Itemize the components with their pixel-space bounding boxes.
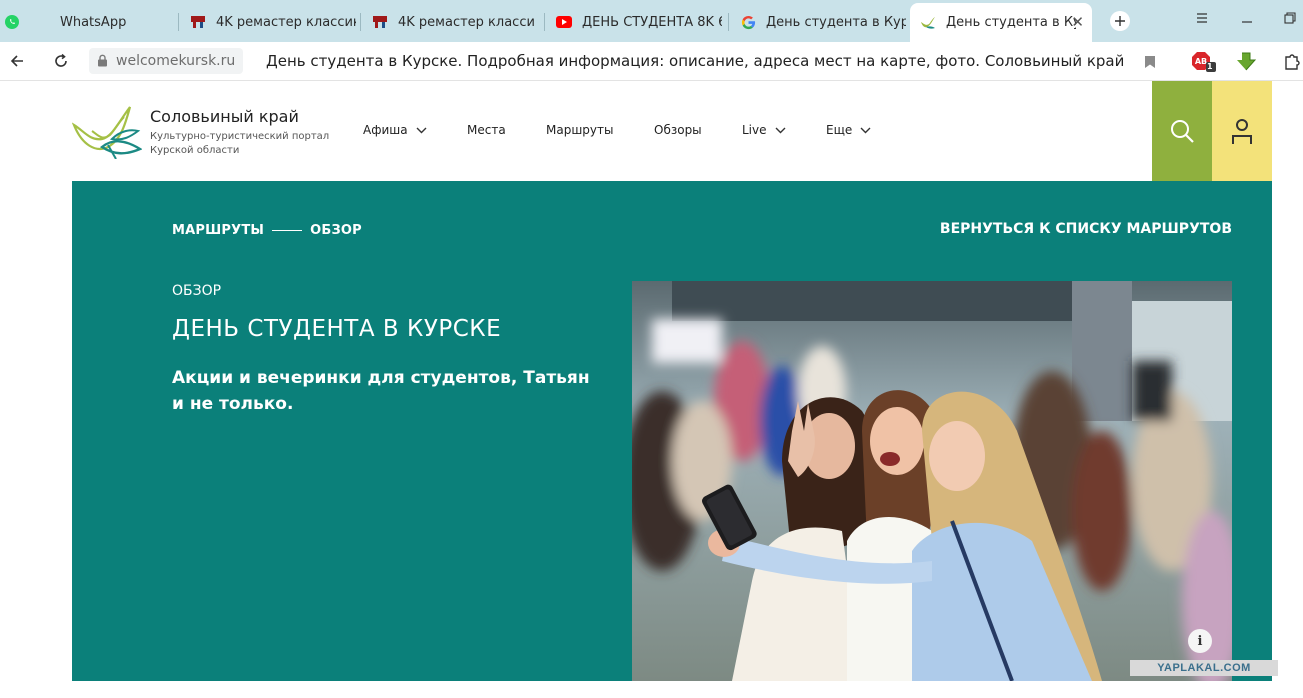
tab-youtube[interactable]: ДЕНЬ СТУДЕНТА 8K 60F bbox=[546, 4, 722, 40]
page-title: ДЕНЬ СТУДЕНТА В КУРСКЕ bbox=[172, 316, 502, 342]
tab-google[interactable]: День студента в Курске bbox=[730, 4, 906, 40]
menu-item-label: Афиша bbox=[363, 123, 408, 137]
svg-text:AB: AB bbox=[1195, 57, 1207, 66]
account-button[interactable] bbox=[1212, 81, 1272, 181]
extension-icon[interactable] bbox=[1280, 50, 1303, 74]
tab-yaplakal-2[interactable]: 4K ремастер классики bbox=[362, 4, 534, 40]
browser-tab-strip: WhatsApp 4K ремастер классики 4K ремасте… bbox=[0, 0, 1303, 42]
breadcrumb-item-routes[interactable]: МАРШРУТЫ bbox=[172, 223, 264, 238]
url-field[interactable]: welcomekursk.ru bbox=[89, 48, 244, 74]
hero-photo-illustration bbox=[632, 281, 1232, 681]
menu-icon[interactable] bbox=[1196, 10, 1208, 28]
tab-title: 4K ремастер классики bbox=[398, 14, 534, 30]
adblock-badge-count: 1 bbox=[1207, 62, 1213, 71]
logo-subtitle-line: Культурно-туристический портал bbox=[150, 131, 330, 142]
menu-item-label: Обзоры bbox=[654, 123, 702, 137]
youtube-icon bbox=[556, 14, 572, 30]
yaplakal-icon bbox=[190, 14, 206, 30]
address-bar: welcomekursk.ru День студента в Курске. … bbox=[0, 42, 1303, 81]
restore-icon[interactable] bbox=[1284, 10, 1296, 28]
tab-separator bbox=[544, 13, 545, 31]
yaplakal-icon bbox=[372, 14, 388, 30]
search-button[interactable] bbox=[1152, 81, 1212, 181]
new-tab-button[interactable] bbox=[1110, 11, 1130, 31]
address-page-title: День студента в Курске. Подробная информ… bbox=[266, 52, 1125, 70]
category-label: ОБЗОР bbox=[172, 283, 222, 299]
back-button[interactable] bbox=[6, 50, 28, 72]
chevron-down-icon bbox=[416, 127, 427, 133]
chevron-down-icon bbox=[860, 127, 871, 133]
breadcrumb-item-review[interactable]: ОБЗОР bbox=[310, 223, 362, 238]
logo-subtitle-line: Курской области bbox=[150, 145, 240, 156]
photo-info-button[interactable]: i bbox=[1188, 629, 1212, 653]
menu-item-label: Маршруты bbox=[546, 123, 614, 137]
menu-item-routes[interactable]: Маршруты bbox=[546, 123, 614, 137]
tab-separator bbox=[360, 13, 361, 31]
tab-separator bbox=[178, 13, 179, 31]
tab-title: ДЕНЬ СТУДЕНТА 8K 60F bbox=[582, 14, 722, 30]
download-icon[interactable] bbox=[1234, 50, 1258, 74]
breadcrumb-divider bbox=[272, 230, 303, 231]
tab-title: День студента в Курс bbox=[946, 15, 1076, 30]
tab-whatsapp[interactable]: WhatsApp bbox=[0, 4, 172, 40]
arrow-left-icon bbox=[10, 55, 23, 67]
logo-name[interactable]: Соловьиный край bbox=[150, 107, 299, 126]
lock-icon bbox=[97, 52, 108, 71]
chevron-down-icon bbox=[775, 127, 786, 133]
back-to-routes-link[interactable]: ВЕРНУТЬСЯ К СПИСКУ МАРШРУТОВ bbox=[940, 221, 1232, 237]
menu-item-places[interactable]: Места bbox=[467, 123, 506, 137]
tab-title: WhatsApp bbox=[60, 14, 127, 30]
tab-active-welcomekursk[interactable]: День студента в Курс ✕ bbox=[910, 3, 1092, 42]
reload-button[interactable] bbox=[50, 50, 72, 72]
hero-photo bbox=[632, 281, 1232, 681]
site-header: Соловьиный край Культурно-туристический … bbox=[0, 81, 1303, 181]
menu-item-label: Еще bbox=[826, 123, 853, 137]
menu-item-reviews[interactable]: Обзоры bbox=[654, 123, 702, 137]
menu-item-label: Live bbox=[742, 123, 767, 137]
bookmark-icon[interactable] bbox=[1138, 50, 1162, 74]
tab-yaplakal-1[interactable]: 4K ремастер классики bbox=[180, 4, 356, 40]
logo-subtitle: Культурно-туристический портал Курской о… bbox=[150, 130, 330, 158]
url-domain: welcomekursk.ru bbox=[116, 53, 236, 69]
menu-item-more[interactable]: Еще bbox=[826, 123, 871, 137]
tab-title: 4K ремастер классики bbox=[216, 14, 356, 30]
tab-title: День студента в Курске bbox=[766, 14, 906, 30]
minimize-icon[interactable] bbox=[1241, 10, 1253, 28]
search-icon bbox=[1171, 120, 1194, 143]
menu-item-label: Места bbox=[467, 123, 506, 137]
user-icon bbox=[1232, 119, 1252, 144]
google-icon bbox=[740, 14, 756, 30]
page-lead: Акции и вечеринки для студентов, Татьян … bbox=[172, 368, 590, 414]
tab-separator bbox=[728, 13, 729, 31]
logo-bird-icon[interactable] bbox=[71, 101, 143, 160]
menu-item-live[interactable]: Live bbox=[742, 123, 786, 137]
bird-icon bbox=[920, 15, 936, 31]
reload-icon bbox=[55, 53, 67, 67]
breadcrumb: МАРШРУТЫ ОБЗОР bbox=[172, 223, 362, 238]
hero-section: МАРШРУТЫ ОБЗОР ВЕРНУТЬСЯ К СПИСКУ МАРШРУ… bbox=[72, 181, 1272, 681]
watermark: YAPLAKAL.COM bbox=[1130, 660, 1278, 676]
menu-item-afisha[interactable]: Афиша bbox=[363, 123, 427, 137]
adblock-icon[interactable]: AB 1 bbox=[1190, 50, 1220, 74]
info-icon: i bbox=[1188, 629, 1212, 653]
plus-icon bbox=[1115, 16, 1125, 26]
close-icon[interactable]: ✕ bbox=[1071, 13, 1084, 31]
whatsapp-icon bbox=[4, 14, 20, 30]
